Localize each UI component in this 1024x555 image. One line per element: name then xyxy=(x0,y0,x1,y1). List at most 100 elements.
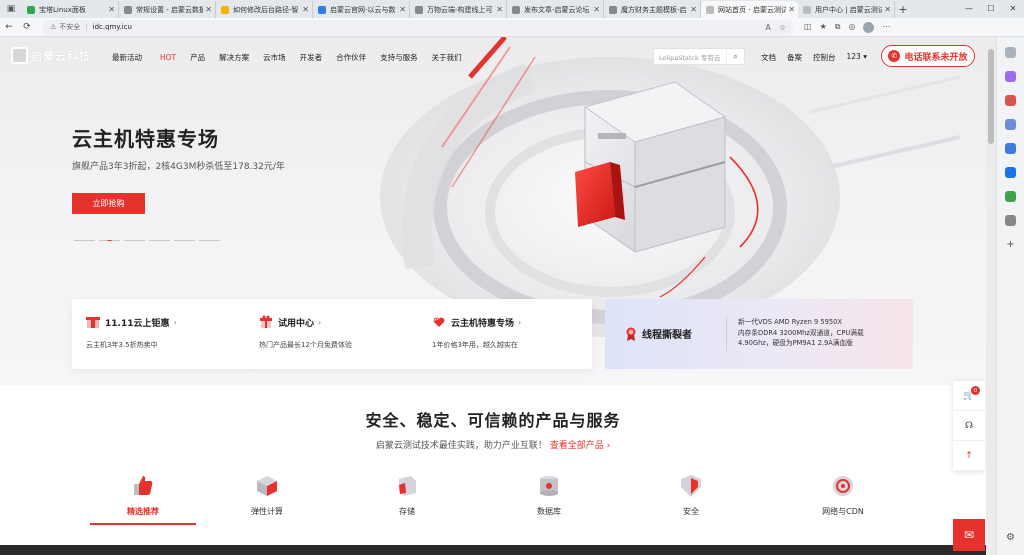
menu-item-about[interactable]: 关于我们 xyxy=(432,52,462,63)
carousel-dot-active[interactable] xyxy=(99,240,120,241)
toolbox-icon[interactable] xyxy=(1005,95,1016,106)
icp-link[interactable]: 备案 xyxy=(787,52,802,63)
support-button[interactable]: ☊ xyxy=(953,411,985,441)
cart-sidebar-icon[interactable] xyxy=(1005,191,1016,202)
site-logo[interactable]: 启蒙云科技 xyxy=(11,47,91,64)
close-window-icon[interactable]: ✕ xyxy=(1002,0,1024,18)
arrow-up-icon: ↑ xyxy=(965,450,973,461)
profile-avatar[interactable] xyxy=(863,21,875,33)
browser-tab[interactable]: 常规设置 - 启蒙云数据 ✕ xyxy=(119,1,216,18)
site-search-input[interactable]: LolipaStatck 专有云 xyxy=(659,52,720,62)
carousel-dot[interactable] xyxy=(149,240,170,241)
promo-card-trial[interactable]: 试用中心 › 热门产品最长12个月免费体验 xyxy=(245,299,418,369)
tab-database[interactable]: 数据库 xyxy=(496,473,602,528)
tab-favicon-icon xyxy=(706,5,714,14)
minimize-icon[interactable]: — xyxy=(958,0,980,18)
globe-network-icon xyxy=(833,476,853,496)
promo-card-title: 云主机特惠专场 xyxy=(451,318,515,329)
more-menu-icon[interactable]: ⋯ xyxy=(882,22,890,33)
new-tab-button[interactable]: + xyxy=(895,1,911,18)
add-sidebar-icon[interactable]: + xyxy=(1005,239,1016,250)
carousel-dot[interactable] xyxy=(199,240,220,241)
tab-label: 精选推荐 xyxy=(127,507,159,516)
browser-tab[interactable]: 如何修改后台路径-智 ✕ xyxy=(216,1,313,18)
tab-close-icon[interactable]: ✕ xyxy=(788,5,795,14)
main-menu: 最新活动 HOT 产品 解决方案 云市场 开发者 合作伙伴 支持与服务 关于我们 xyxy=(112,52,476,63)
promo-card-cvm[interactable]: 云主机特惠专场 › 1年价格3年用，越久越实在 xyxy=(418,299,591,369)
back-icon[interactable]: ← xyxy=(0,22,18,32)
carousel-dot[interactable] xyxy=(74,240,95,241)
browser-tab-active[interactable]: 网站首页 - 启蒙云测试 ✕ xyxy=(701,1,798,18)
extensions-icon[interactable]: ◎ xyxy=(848,22,855,33)
browser-tab[interactable]: 发布文章-启蒙云论坛 ✕ xyxy=(507,1,604,18)
tab-favicon-icon xyxy=(803,5,811,14)
url-text[interactable]: idc.qmy.icu xyxy=(93,23,132,31)
user-menu[interactable]: 123 ▾ xyxy=(847,52,867,63)
read-aloud-icon[interactable]: A xyxy=(765,23,770,32)
products-section: 安全、稳定、可信赖的产品与服务 启蒙云测试技术最佳实践，助力产业互联！ 查看全部… xyxy=(0,385,986,555)
office-icon[interactable] xyxy=(1005,143,1016,154)
carousel-dot[interactable] xyxy=(124,240,145,241)
tab-favicon-icon xyxy=(27,5,35,14)
cart-button[interactable]: 🛒 0 xyxy=(953,381,985,411)
tab-actions-icon[interactable]: ▣ xyxy=(0,0,22,18)
collections-icon[interactable]: ⧉ xyxy=(835,22,841,33)
settings-gear-icon[interactable]: ⚙ xyxy=(1005,532,1016,543)
tab-close-icon[interactable]: ✕ xyxy=(690,5,697,14)
tab-close-icon[interactable]: ✕ xyxy=(302,5,309,14)
tab-close-icon[interactable]: ✕ xyxy=(205,5,212,14)
scrollbar-thumb[interactable] xyxy=(988,49,994,144)
tab-compute[interactable]: 弹性计算 xyxy=(214,473,320,528)
tab-storage[interactable]: 存储 xyxy=(354,473,460,528)
tab-close-icon[interactable]: ✕ xyxy=(399,5,406,14)
menu-item-latest[interactable]: 最新活动 HOT xyxy=(112,52,176,63)
tab-security[interactable]: 安全 xyxy=(638,473,744,528)
security-label[interactable]: 不安全 xyxy=(59,22,80,32)
search-icon[interactable]: ⌕ xyxy=(726,49,744,64)
browser-tab[interactable]: 魔方财务主题模板-启 ✕ xyxy=(604,1,701,18)
menu-item-developers[interactable]: 开发者 xyxy=(300,52,323,63)
menu-item-partners[interactable]: 合作伙伴 xyxy=(336,52,366,63)
promo-card-sale[interactable]: 11.11云上钜惠 › 云主机3年3.5折热卖中 xyxy=(72,299,245,369)
browser-tab[interactable]: 宝塔Linux面板 ✕ xyxy=(22,1,119,18)
carousel-dot[interactable] xyxy=(174,240,195,241)
nav-right-links: 文档 备案 控制台 123 ▾ xyxy=(761,52,878,63)
tab-close-icon[interactable]: ✕ xyxy=(108,5,115,14)
browser-tab[interactable]: 启蒙云官网-以云与数 ✕ xyxy=(313,1,410,18)
back-to-top-button[interactable]: ↑ xyxy=(953,441,985,471)
console-link[interactable]: 控制台 xyxy=(813,52,836,63)
page-scrollbar[interactable] xyxy=(986,37,996,555)
user-sidebar-icon[interactable] xyxy=(1005,119,1016,130)
tab-close-icon[interactable]: ✕ xyxy=(884,5,891,14)
tab-close-icon[interactable]: ✕ xyxy=(496,5,503,14)
threadripper-card[interactable]: 线程撕裂者 新一代VDS AMD Ryzen 9 5950X 内存条DDR4 3… xyxy=(605,299,913,369)
call-button[interactable]: ✆ 电话联系未开放 xyxy=(881,45,975,67)
menu-item-products[interactable]: 产品 xyxy=(190,52,205,63)
menu-item-support[interactable]: 支持与服务 xyxy=(380,52,418,63)
outlook-icon[interactable] xyxy=(1005,167,1016,178)
all-products-link[interactable]: 查看全部产品 › xyxy=(550,441,610,451)
hearts-icon xyxy=(433,317,445,327)
menu-item-marketplace[interactable]: 云市场 xyxy=(263,52,286,63)
chat-button[interactable]: ✉ xyxy=(953,519,985,551)
tab-close-icon[interactable]: ✕ xyxy=(593,5,600,14)
menu-item-solutions[interactable]: 解决方案 xyxy=(219,52,249,63)
maximize-icon[interactable]: ☐ xyxy=(980,0,1002,18)
buy-now-button[interactable]: 立即抢购 xyxy=(72,193,145,214)
tab-network-cdn[interactable]: 网络与CDN xyxy=(790,473,896,528)
search-sidebar-icon[interactable] xyxy=(1005,47,1016,58)
reload-icon[interactable]: ⟳ xyxy=(18,22,36,32)
send-icon[interactable] xyxy=(1005,215,1016,226)
floating-toolbar: 🛒 0 ☊ ↑ xyxy=(953,381,985,471)
browser-tab[interactable]: 用户中心 | 启蒙云测试 ✕ xyxy=(798,1,895,18)
browser-tab[interactable]: 万物云端-构建线上可 ✕ xyxy=(410,1,507,18)
shopping-tag-icon[interactable] xyxy=(1005,71,1016,82)
docs-link[interactable]: 文档 xyxy=(761,52,776,63)
tab-featured[interactable]: 精选推荐 xyxy=(90,473,196,528)
promo-card-title: 试用中心 xyxy=(278,318,315,329)
browser-sidebar: + ⚙ xyxy=(996,37,1024,555)
address-bar[interactable]: ⚠ 不安全 | idc.qmy.icu A ☆ xyxy=(42,19,794,35)
favorite-star-icon[interactable]: ☆ xyxy=(779,23,786,32)
split-screen-icon[interactable]: ◫ xyxy=(804,22,812,33)
favorites-icon[interactable]: ★ xyxy=(820,22,827,33)
